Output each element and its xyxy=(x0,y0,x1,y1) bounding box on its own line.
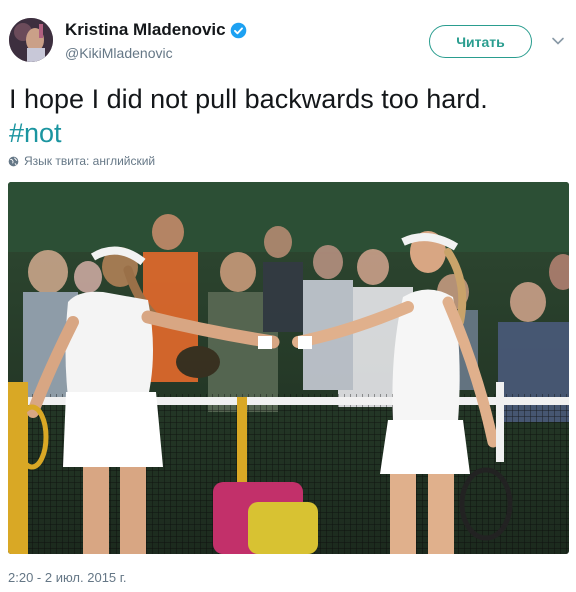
hashtag-link[interactable]: #not xyxy=(9,116,569,150)
avatar[interactable] xyxy=(9,18,53,62)
tweet-body: I hope I did not pull backwards too hard… xyxy=(9,84,488,114)
tweet-photo[interactable] xyxy=(8,182,569,554)
tweet-language-note: Язык твита: английский xyxy=(8,154,155,168)
tennis-photo xyxy=(8,182,569,554)
follow-button[interactable]: Читать xyxy=(429,25,532,58)
verified-badge-icon xyxy=(230,22,246,38)
tweet-timestamp[interactable]: 2:20 - 2 июл. 2015 г. xyxy=(8,570,127,585)
globe-icon xyxy=(8,156,19,166)
language-label: Язык твита: английский xyxy=(24,154,156,168)
user-handle[interactable]: @KikiMladenovic xyxy=(65,45,173,61)
chevron-down-icon[interactable] xyxy=(551,34,565,48)
user-name[interactable]: Kristina Mladenovic xyxy=(65,20,226,40)
tweet-text: I hope I did not pull backwards too hard… xyxy=(9,82,569,150)
